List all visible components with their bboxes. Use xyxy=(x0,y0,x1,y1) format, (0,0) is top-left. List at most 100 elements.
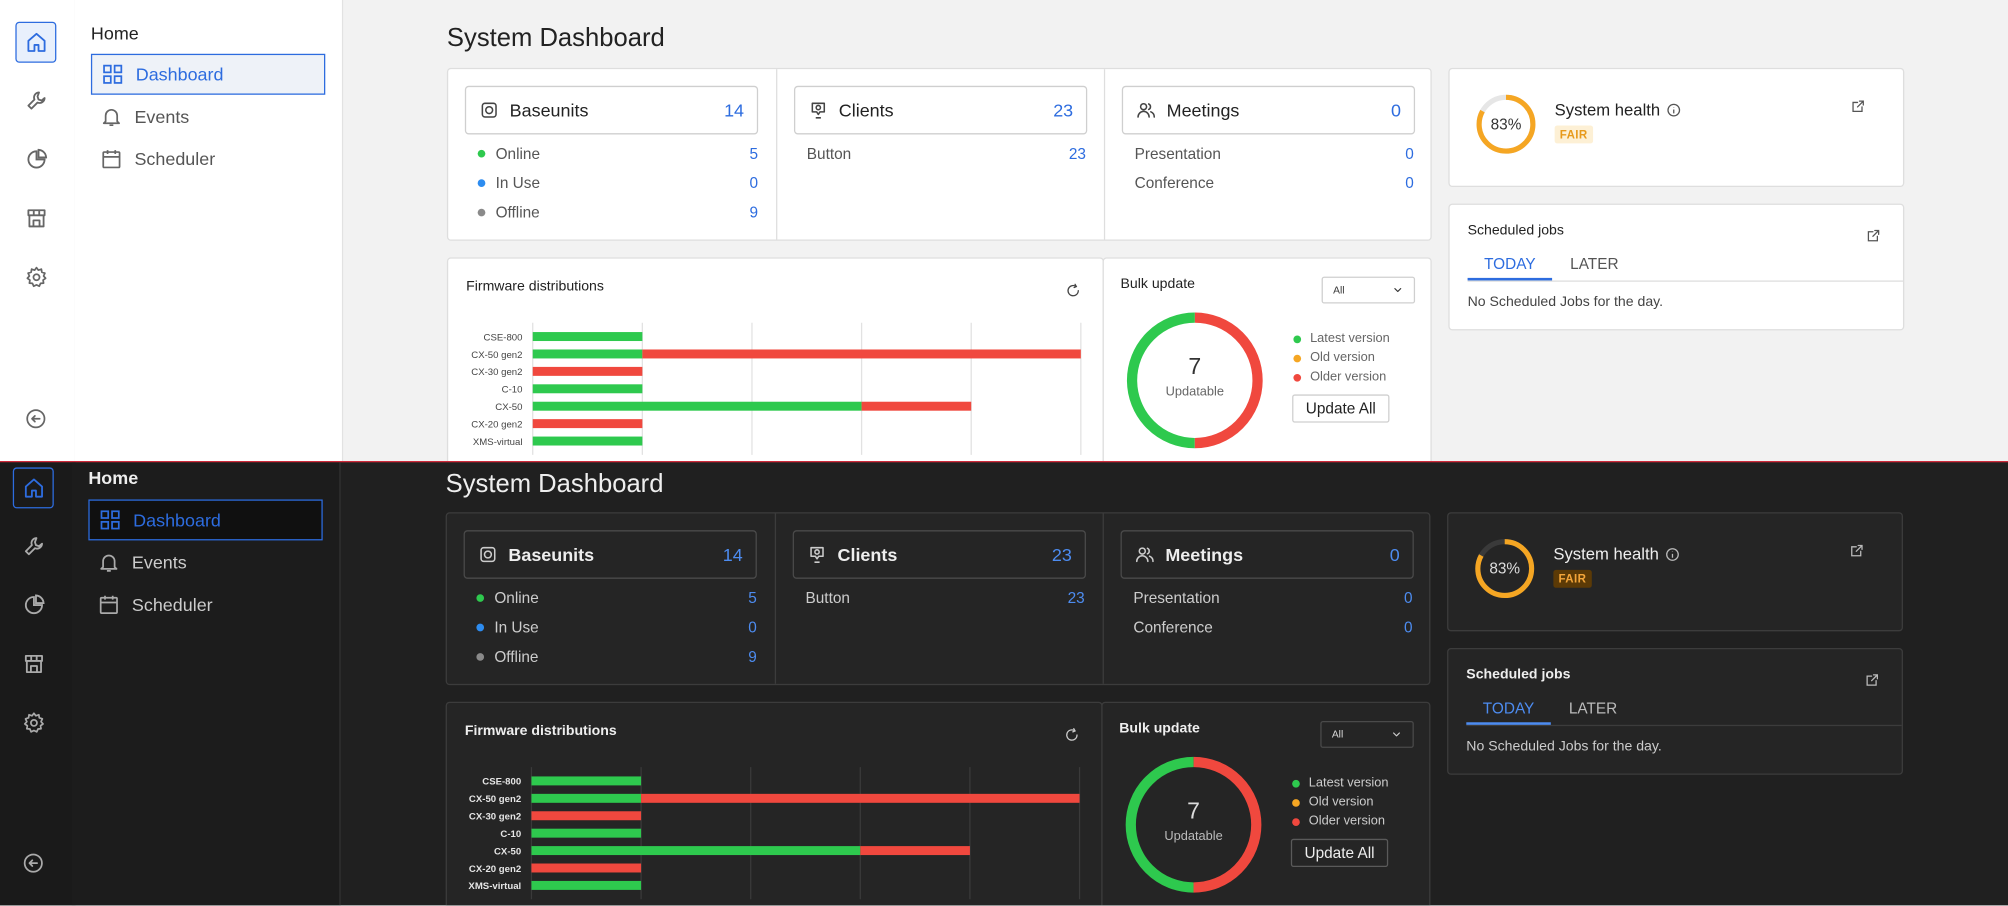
home-rail-button[interactable] xyxy=(15,21,57,63)
update-all-button[interactable]: Update All xyxy=(1292,394,1390,423)
health-title: System health xyxy=(1554,99,1661,120)
legend-dot xyxy=(1292,817,1300,826)
jobs-title: Scheduled jobs xyxy=(1467,222,1564,239)
nav-item-events[interactable]: Events xyxy=(91,96,325,137)
stat-row-conference: Conference 0 xyxy=(1133,615,1412,641)
health-title-row: System health xyxy=(1555,100,1682,119)
category-label: CX-20 gen2 xyxy=(469,864,521,875)
update-all-button[interactable]: Update All xyxy=(1290,838,1389,867)
stat-row-button: Button 23 xyxy=(807,141,1086,167)
tools-rail-button[interactable] xyxy=(15,79,56,120)
legend-older: Older version xyxy=(1292,814,1385,829)
info-icon[interactable] xyxy=(1667,102,1682,117)
baseunits-count: 14 xyxy=(722,544,743,565)
category-label: CX-50 gen2 xyxy=(469,794,521,805)
open-jobs-button[interactable] xyxy=(1865,671,1880,686)
meetings-header[interactable]: Meetings 0 xyxy=(1120,530,1414,579)
collapse-sidebar-button[interactable] xyxy=(24,407,50,433)
baseunits-header[interactable]: Baseunits 14 xyxy=(464,85,759,135)
stat-value: 0 xyxy=(748,618,757,637)
icon-rail xyxy=(0,462,76,906)
updatable-count: 7 xyxy=(1187,797,1200,824)
baseunits-column: Baseunits 14 Online 5 In Use 0 Offline 9 xyxy=(447,514,775,684)
refresh-button[interactable] xyxy=(1064,726,1079,741)
tab-today[interactable]: TODAY xyxy=(1467,248,1553,281)
nav-item-dashboard[interactable]: Dashboard xyxy=(90,53,326,95)
tab-later[interactable]: LATER xyxy=(1552,248,1637,280)
clients-header[interactable]: Clients 23 xyxy=(793,85,1088,135)
store-rail-button[interactable] xyxy=(13,643,54,684)
category-label: CSE-800 xyxy=(484,332,523,343)
bar-segment xyxy=(532,436,643,446)
nav-item-scheduler[interactable]: Scheduler xyxy=(91,138,325,179)
legend-dot xyxy=(1293,354,1302,362)
calendar-icon xyxy=(102,150,121,169)
stat-label: Offline xyxy=(494,647,539,666)
bar-segment xyxy=(531,828,642,838)
icon-rail xyxy=(0,0,76,462)
stat-value: 9 xyxy=(748,647,757,666)
nav-item-events[interactable]: Events xyxy=(88,542,322,583)
store-rail-button[interactable] xyxy=(15,197,56,238)
open-health-button[interactable] xyxy=(1849,542,1864,557)
clients-count: 23 xyxy=(1051,544,1072,565)
nav-item-dashboard[interactable]: Dashboard xyxy=(88,499,323,541)
health-status-badge: FAIR xyxy=(1553,569,1592,588)
health-ring: 83% xyxy=(1474,538,1535,599)
stat-row-offline: Offline 9 xyxy=(477,200,758,226)
online-dot xyxy=(476,594,485,602)
stat-label: Button xyxy=(805,589,850,608)
tools-rail-button[interactable] xyxy=(13,525,54,566)
bar-segment xyxy=(531,863,642,873)
health-ring: 83% xyxy=(1475,93,1536,154)
bell-icon xyxy=(102,108,120,127)
store-icon xyxy=(24,654,43,673)
updatable-count: 7 xyxy=(1188,353,1202,380)
stat-label: Online xyxy=(494,589,539,608)
clients-header[interactable]: Clients 23 xyxy=(792,530,1086,579)
updatable-label: Updatable xyxy=(1165,385,1225,400)
reports-rail-button[interactable] xyxy=(13,584,54,625)
open-health-button[interactable] xyxy=(1850,97,1865,113)
category-label: CSE-800 xyxy=(482,777,521,788)
legend-label: Older version xyxy=(1308,814,1385,829)
stat-row-offline: Offline 9 xyxy=(476,644,757,670)
home-rail-button[interactable] xyxy=(12,467,54,509)
refresh-button[interactable] xyxy=(1065,282,1080,297)
external-link-icon xyxy=(1851,544,1863,557)
reports-rail-button[interactable] xyxy=(15,138,56,179)
stat-label: Offline xyxy=(495,203,540,222)
stats-card: Baseunits 14 Online 5 In Use 0 Offline 9 Cl… xyxy=(446,67,1432,241)
nav-item-label: Dashboard xyxy=(133,509,221,531)
stat-label: Button xyxy=(806,144,852,163)
bulk-update-card: Bulk update All 7 Updatable Latest versi… xyxy=(1102,257,1432,462)
open-jobs-button[interactable] xyxy=(1866,227,1881,242)
collapse-arrow-icon xyxy=(26,409,46,429)
bulk-filter-select[interactable]: All xyxy=(1321,276,1416,304)
settings-rail-button[interactable] xyxy=(13,702,54,743)
meetings-label: Meetings xyxy=(1166,99,1240,121)
bar-segment xyxy=(532,332,643,342)
settings-rail-button[interactable] xyxy=(15,256,56,297)
external-link-icon xyxy=(1867,229,1880,242)
info-icon[interactable] xyxy=(1665,546,1680,561)
meetings-label: Meetings xyxy=(1165,544,1244,565)
chevron-down-icon xyxy=(1394,288,1402,293)
client-button-icon xyxy=(811,102,826,119)
stat-row-presentation: Presentation 0 xyxy=(1135,141,1414,167)
nav-item-scheduler[interactable]: Scheduler xyxy=(88,584,322,625)
bulk-filter-select[interactable]: All xyxy=(1320,720,1414,748)
scheduled-jobs-card: Scheduled jobs TODAY LATER No Scheduled … xyxy=(1447,647,1903,775)
jobs-empty-message: No Scheduled Jobs for the day. xyxy=(1467,294,1664,310)
clients-count: 23 xyxy=(1053,99,1074,121)
stat-label: Presentation xyxy=(1133,589,1220,608)
collapse-sidebar-button[interactable] xyxy=(22,852,48,878)
baseunits-header[interactable]: Baseunits 14 xyxy=(463,530,757,579)
meetings-header[interactable]: Meetings 0 xyxy=(1121,85,1416,135)
pie-chart-icon xyxy=(24,593,44,614)
users-icon xyxy=(1135,547,1154,563)
client-button-icon xyxy=(810,546,824,563)
tab-today[interactable]: TODAY xyxy=(1466,693,1551,725)
tab-later[interactable]: LATER xyxy=(1551,693,1636,725)
filter-value: All xyxy=(1331,728,1344,741)
